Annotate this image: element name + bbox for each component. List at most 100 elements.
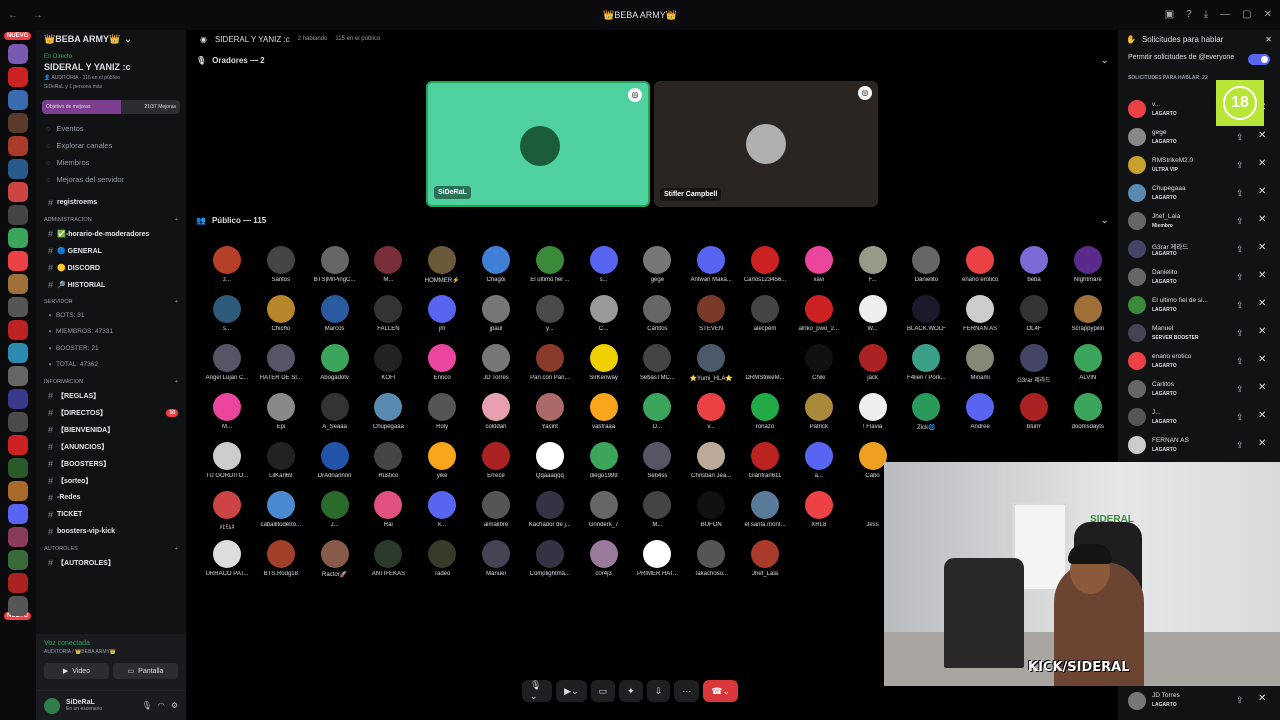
audience-member[interactable]: Andree [953,391,1007,440]
server-icon[interactable] [8,90,28,110]
invite-to-speak-icon[interactable]: ⇪ [1236,132,1244,143]
audience-member[interactable]: Santos [254,244,308,293]
audience-member[interactable]: jack [846,342,900,391]
server-icon[interactable] [8,596,28,616]
audience-member[interactable]: Minami [953,342,1007,391]
audience-member[interactable]: Chupegaaa [361,391,415,440]
audience-member[interactable]: ⭐Yumi_HLA⭐ [684,342,738,391]
server-icon[interactable] [8,44,28,64]
server-icon[interactable] [8,205,28,225]
speaker-tile[interactable]: ◎ Stifler Campbell [654,81,878,207]
audience-member[interactable]: Seb4ss [630,440,684,489]
audience-member[interactable]: Complightma... [523,538,577,587]
dismiss-icon[interactable]: ✕ [1258,130,1266,141]
move-to-audience-button[interactable]: ⇩ [646,680,671,702]
audience-member[interactable]: s... [200,293,254,342]
audience-member[interactable]: Kachador de j... [523,489,577,538]
audience-member[interactable]: jm [415,293,469,342]
audience-member[interactable]: yike [415,440,469,489]
audience-member[interactable]: Takachoso... [684,538,738,587]
mute-button[interactable]: 🎙⌄ [522,680,553,702]
request-row[interactable]: gege LAGARTO ⇪ ✕ [1118,124,1280,152]
dismiss-icon[interactable]: ✕ [1258,382,1266,393]
audience-member[interactable]: Gianfran611 [738,440,792,489]
invite-to-speak-icon[interactable]: ⇪ [1236,356,1244,367]
audience-member[interactable]: Enrico [415,342,469,391]
share-screen-button[interactable]: ▭ [590,680,616,702]
audience-member[interactable]: PRIMER HAT... [630,538,684,587]
channel-item[interactable]: # -Redes [36,489,186,506]
audience-member[interactable]: vasfraaa [577,391,631,440]
channel-item[interactable]: # 🟡 DISCORD [36,259,186,276]
audience-member[interactable]: z... [200,244,254,293]
server-icon[interactable] [8,504,28,524]
request-row[interactable]: Chupegaaa LAGARTO ⇪ ✕ [1118,180,1280,208]
allow-requests-toggle[interactable] [1248,54,1270,65]
stat-channel[interactable]: ◖ BOOSTER: 21 [36,340,186,357]
server-icon[interactable] [8,573,28,593]
server-icon[interactable] [8,435,28,455]
server-icon[interactable] [8,159,28,179]
audience-member[interactable]: doomsdayts [1061,391,1115,440]
audience-member[interactable]: Manuel [469,538,523,587]
invite-to-speak-icon[interactable]: ⇪ [1236,188,1244,199]
audience-member[interactable]: Scrappypilin [1061,293,1115,342]
audience-member[interactable]: Jhef_Lala [738,538,792,587]
audience-member[interactable]: BTS|MrPingC... [308,244,362,293]
channel-item[interactable]: # 【REGLAS】 [36,387,186,404]
invite-to-speak-icon[interactable]: ⇪ [1236,272,1244,283]
audience-member[interactable]: OL4F [1007,293,1061,342]
audience-member[interactable]: Zick🌀 [899,391,953,440]
audience-member[interactable]: KOFI [361,342,415,391]
channel-item[interactable]: # 🔵 GENERAL [36,242,186,259]
server-icon[interactable] [8,67,28,87]
audience-member[interactable]: alnko_pwo_2... [792,293,846,342]
audience-member[interactable]: DrAdriannnn [308,440,362,489]
audience-member[interactable]: Antwan Maka... [684,244,738,293]
audience-member[interactable]: beba [1007,244,1061,293]
dismiss-icon[interactable]: ✕ [1258,410,1266,421]
invite-to-speak-icon[interactable]: ⇪ [1236,160,1244,171]
more-icon[interactable]: ⋯ [674,680,700,702]
audience-member[interactable]: Rai [361,489,415,538]
dismiss-icon[interactable]: ✕ [1258,298,1266,309]
audience-member[interactable]: y... [523,293,577,342]
dismiss-icon[interactable]: ✕ [1258,270,1266,281]
audience-member[interactable]: Christian Jea... [684,440,738,489]
audience-member[interactable]: F... [846,244,900,293]
channel-item[interactable]: # 🔎 HISTORIAL [36,276,186,293]
boost-goal[interactable]: Objetivo de mejoras 21/37 Mejoras [42,100,180,114]
nav-arrows[interactable]: ← → [8,10,49,21]
video-button[interactable]: ▶ Video [44,663,109,679]
category-autoroles[interactable]: AUTOROLES + [36,540,186,554]
invite-to-speak-icon[interactable]: ⇪ [1236,384,1244,395]
request-row[interactable]: Danielito LAGARTO ⇪ ✕ [1118,264,1280,292]
headphones-icon[interactable]: ◠ [158,701,165,710]
dismiss-icon[interactable]: ✕ [1258,214,1266,225]
audience-member[interactable]: STEVEN [684,293,738,342]
audience-member[interactable]: gege [630,244,684,293]
server-icon[interactable] [8,458,28,478]
dismiss-icon[interactable]: ✕ [1258,186,1266,197]
avatar[interactable] [44,697,60,714]
audience-member[interactable]: URRACO PAT... [200,538,254,587]
channel-item[interactable]: # 【sorteo】 [36,472,186,489]
audience-member[interactable]: Grinderk_7 [577,489,631,538]
invite-to-speak-icon[interactable]: ⇪ [1236,244,1244,255]
audience-member[interactable]: SirKenway [577,342,631,391]
audience-member[interactable]: Yacint [523,391,577,440]
audience-member[interactable]: caballitodetro... [254,489,308,538]
audience-member[interactable]: Chicho [254,293,308,342]
invite-to-speak-icon[interactable]: ⇪ [1236,695,1244,706]
dismiss-icon[interactable]: ✕ [1258,354,1266,365]
stat-channel[interactable]: ◖ BOTS: 31 [36,307,186,324]
screen-share-button[interactable]: ▭ Pantalla [113,663,178,679]
server-icon[interactable] [8,527,28,547]
channel-item[interactable]: # 【BIENVENIDA】 [36,421,186,438]
request-row[interactable]: FERNAN AS LAGARTO ⇪ ✕ [1118,432,1280,460]
audience-member[interactable]: Roly [415,391,469,440]
audience-member[interactable]: Tadeo [415,538,469,587]
audience-member[interactable]: BTS.Rodg18 [254,538,308,587]
invite-to-speak-icon[interactable]: ⇪ [1236,216,1244,227]
audience-member[interactable]: Abogadotv [308,342,362,391]
